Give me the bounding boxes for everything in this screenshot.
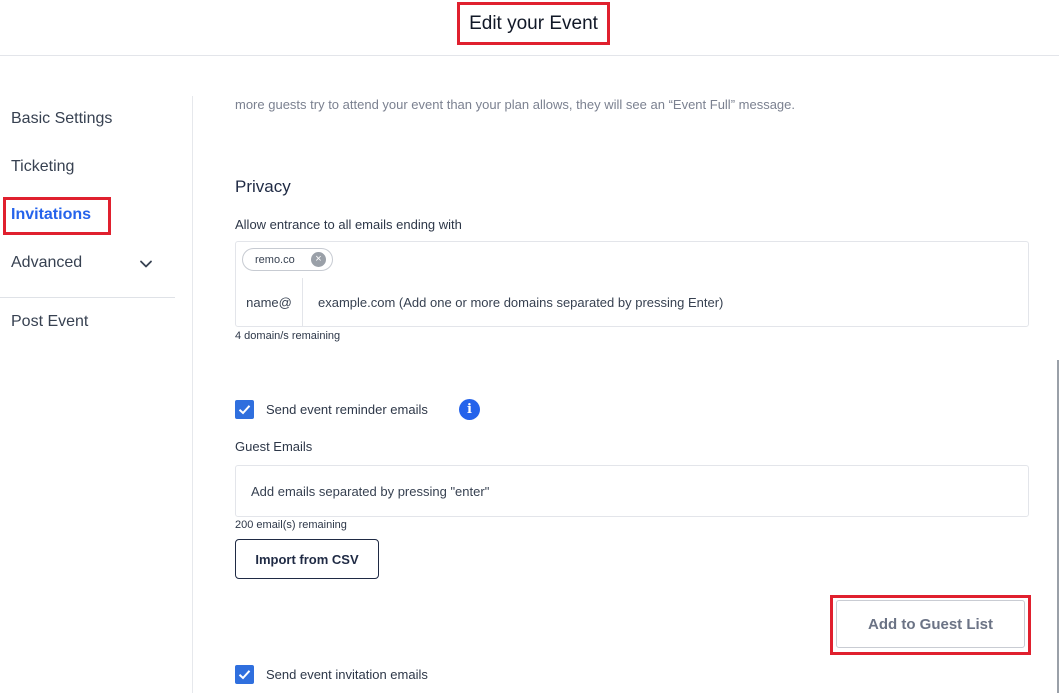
privacy-heading: Privacy (235, 177, 291, 196)
sidebar-item-basic-settings[interactable]: Basic Settings (11, 110, 112, 128)
domain-chip-label: remo.co (255, 253, 295, 266)
sidebar-item-post-event[interactable]: Post Event (11, 313, 88, 331)
guest-emails-field (235, 465, 1029, 517)
chevron-down-icon[interactable] (139, 257, 153, 271)
reminder-label: Send event reminder emails (266, 402, 428, 417)
sidebar-divider (0, 297, 175, 298)
capacity-description: more guests try to attend your event tha… (235, 97, 795, 112)
page-title: Edit your Event (469, 12, 598, 34)
invitation-checkbox[interactable] (235, 665, 254, 684)
page-title-highlight: Edit your Event (457, 2, 610, 45)
domains-remaining: 4 domain/s remaining (235, 330, 341, 342)
emails-remaining: 200 email(s) remaining (235, 519, 347, 531)
domain-input[interactable] (318, 278, 1018, 326)
invitation-label: Send event invitation emails (266, 667, 428, 682)
sidebar: Basic Settings Ticketing Invitations Adv… (0, 96, 193, 693)
email-prefix: name@ (236, 278, 303, 326)
check-icon (238, 670, 251, 680)
domain-chip: remo.co × (242, 248, 333, 271)
sidebar-item-ticketing[interactable]: Ticketing (11, 158, 74, 176)
top-bar: Edit your Event (0, 0, 1059, 56)
domain-field: remo.co × name@ (235, 241, 1029, 327)
sidebar-item-invitations[interactable]: Invitations (11, 206, 91, 224)
add-to-guest-list-button[interactable]: Add to Guest List (836, 600, 1025, 648)
import-csv-button[interactable]: Import from CSV (235, 539, 379, 579)
sidebar-item-advanced[interactable]: Advanced (11, 254, 82, 272)
check-icon (238, 405, 251, 415)
reminder-checkbox[interactable] (235, 400, 254, 419)
guest-emails-label: Guest Emails (235, 439, 313, 454)
info-icon[interactable]: i (459, 399, 480, 420)
guest-emails-input[interactable] (251, 466, 1011, 516)
allow-entrance-label: Allow entrance to all emails ending with (235, 217, 462, 232)
remove-chip-icon[interactable]: × (311, 252, 326, 267)
